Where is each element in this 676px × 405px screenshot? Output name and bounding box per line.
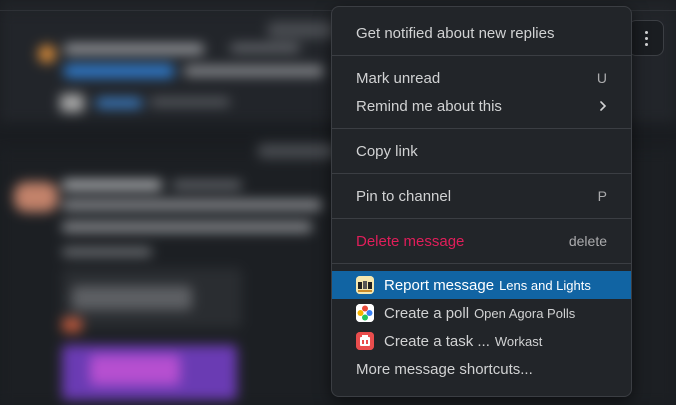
menu-item-label: Delete message: [356, 232, 465, 250]
menu-item-more-message-shortcuts[interactable]: More message shortcuts...: [332, 355, 631, 383]
menu-item-label: Create a task ...: [384, 332, 490, 350]
menu-item-delete-message[interactable]: Delete message delete: [332, 227, 631, 255]
menu-item-label: Remind me about this: [356, 97, 502, 115]
menu-item-label: Pin to channel: [356, 187, 452, 205]
message-actions-menu: Get notified about new replies Mark unre…: [331, 6, 632, 397]
menu-item-create-poll[interactable]: Create a poll Open Agora Polls: [332, 299, 631, 327]
open-agora-polls-app-icon: [356, 304, 374, 322]
menu-item-mark-unread[interactable]: Mark unread U: [332, 64, 631, 92]
menu-divider: [332, 173, 631, 174]
menu-item-create-task[interactable]: Create a task ... Workast: [332, 327, 631, 355]
menu-divider: [332, 263, 631, 264]
menu-divider: [332, 128, 631, 129]
menu-item-shortcut: U: [596, 70, 607, 86]
menu-item-shortcut: P: [597, 188, 607, 204]
more-vertical-icon: [644, 30, 648, 46]
menu-divider: [332, 55, 631, 56]
menu-item-label: Report message: [384, 276, 495, 294]
menu-item-remind-me[interactable]: Remind me about this: [332, 92, 631, 120]
menu-item-app-name: Lens and Lights: [499, 277, 591, 293]
menu-item-label: Mark unread: [356, 69, 441, 87]
menu-item-shortcut: delete: [568, 233, 607, 249]
chevron-right-icon: [599, 99, 607, 114]
lens-and-lights-app-icon: [356, 276, 374, 294]
workast-app-icon: [356, 332, 374, 350]
menu-item-label: Create a poll: [384, 304, 470, 322]
menu-item-label: Get notified about new replies: [356, 24, 555, 42]
menu-item-label: More message shortcuts...: [356, 360, 533, 378]
menu-item-report-message[interactable]: Report message Lens and Lights: [332, 271, 631, 299]
menu-divider: [332, 218, 631, 219]
menu-item-copy-link[interactable]: Copy link: [332, 137, 631, 165]
menu-item-pin-to-channel[interactable]: Pin to channel P: [332, 182, 631, 210]
more-actions-button[interactable]: [628, 20, 664, 56]
menu-item-get-notified[interactable]: Get notified about new replies: [332, 19, 631, 47]
menu-item-app-name: Workast: [494, 333, 543, 349]
menu-item-app-name: Open Agora Polls: [474, 305, 576, 321]
menu-item-label: Copy link: [356, 142, 418, 160]
